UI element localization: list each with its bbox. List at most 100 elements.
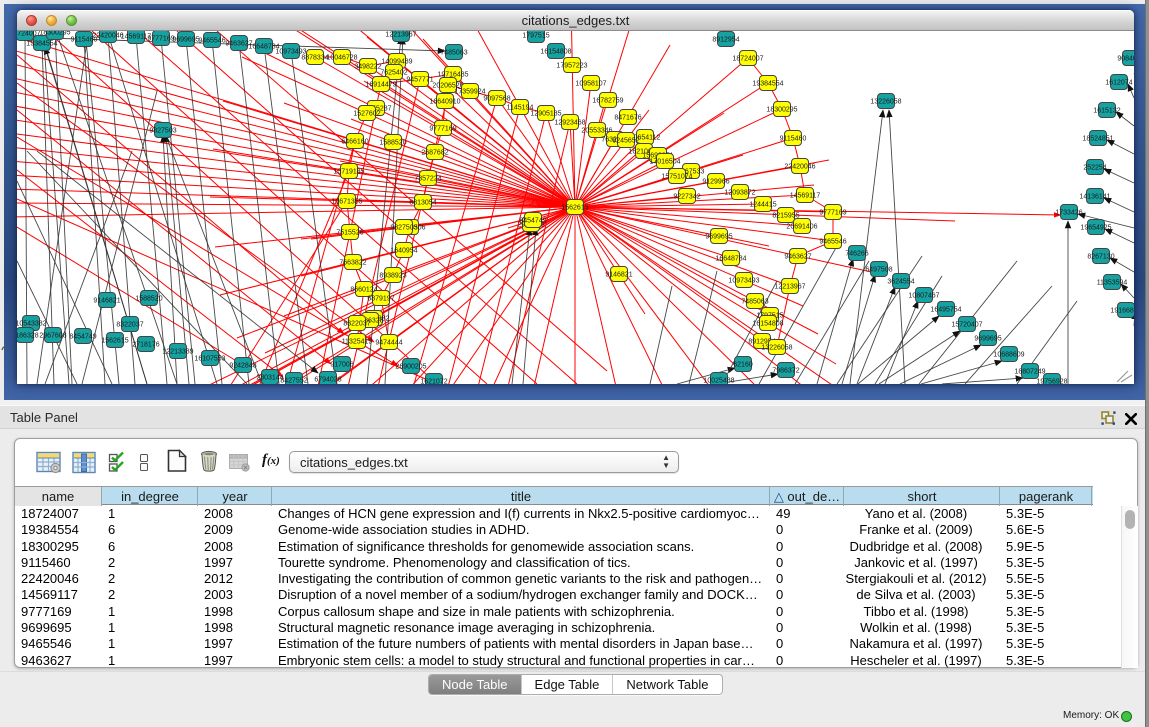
svg-text:8427552: 8427552: [280, 378, 307, 385]
svg-text:10671355: 10671355: [331, 199, 362, 206]
svg-text:11353594: 11353594: [1097, 280, 1128, 287]
svg-text:16107553: 16107553: [194, 356, 225, 363]
svg-text:9146821: 9146821: [605, 272, 632, 279]
svg-text:6794028: 6794028: [314, 377, 341, 384]
svg-text:19654925: 19654925: [1080, 225, 1111, 232]
svg-text:1612074: 1612074: [1105, 80, 1132, 87]
svg-text:16640910: 16640910: [429, 99, 460, 106]
svg-text:6497508: 6497508: [865, 267, 892, 274]
svg-text:1588520: 1588520: [135, 296, 162, 303]
svg-text:16782759: 16782759: [592, 98, 623, 105]
svg-text:9777169: 9777169: [429, 126, 456, 133]
svg-text:12093872: 12093872: [724, 190, 755, 197]
svg-text:18724007: 18724007: [732, 56, 763, 63]
svg-text:7986372: 7986372: [772, 368, 799, 375]
svg-text:917006: 917006: [330, 362, 353, 369]
svg-text:2967608: 2967608: [39, 333, 66, 340]
svg-text:9465546: 9465546: [198, 38, 225, 45]
svg-text:9129966: 9129966: [702, 179, 729, 186]
svg-text:9097568: 9097568: [483, 96, 510, 103]
svg-text:18807249: 18807249: [1014, 369, 1045, 376]
svg-text:252254: 252254: [1083, 165, 1106, 172]
svg-text:746266: 746266: [845, 251, 868, 258]
svg-text:17359924: 17359924: [454, 89, 485, 96]
svg-text:10958107: 10958107: [575, 81, 606, 88]
svg-text:19384554: 19384554: [752, 81, 783, 88]
svg-text:9227342: 9227342: [673, 194, 700, 201]
svg-text:7485063: 7485063: [741, 299, 768, 306]
svg-text:6879197: 6879197: [367, 296, 394, 303]
svg-text:16648784: 16648784: [715, 256, 746, 263]
svg-text:8322037: 8322037: [343, 321, 370, 328]
svg-text:9465546: 9465546: [819, 239, 846, 246]
svg-text:7663822: 7663822: [339, 260, 366, 267]
svg-text:19384554: 19384554: [26, 41, 57, 48]
svg-text:10973493: 10973493: [728, 278, 759, 285]
svg-text:7515526: 7515526: [336, 230, 363, 237]
svg-text:26900205: 26900205: [395, 364, 426, 371]
svg-text:12213967: 12213967: [385, 32, 416, 39]
svg-text:1733426: 1733426: [1055, 210, 1082, 217]
svg-text:1244415: 1244415: [749, 202, 776, 209]
svg-text:1615132: 1615132: [1093, 108, 1120, 115]
svg-text:10807467: 10807467: [908, 293, 939, 300]
svg-text:9115460: 9115460: [780, 136, 807, 143]
svg-text:18300295: 18300295: [766, 107, 797, 114]
svg-text:8454749: 8454749: [519, 218, 546, 225]
svg-text:16495754: 16495754: [930, 307, 961, 314]
svg-text:13226058: 13226058: [761, 345, 792, 352]
svg-text:1797515: 1797515: [522, 33, 549, 40]
svg-text:12213389: 12213389: [162, 349, 193, 356]
svg-text:6466160: 6466160: [341, 139, 368, 146]
svg-text:9699695: 9699695: [974, 336, 1001, 343]
svg-text:13226058: 13226058: [870, 99, 901, 106]
svg-text:22420046: 22420046: [92, 33, 123, 40]
svg-text:8322037: 8322037: [116, 322, 143, 329]
svg-text:10719185: 10719185: [333, 169, 364, 176]
svg-text:14136141: 14136141: [1079, 194, 1110, 201]
svg-text:9777169: 9777169: [147, 36, 174, 43]
svg-text:10046728: 10046728: [326, 55, 357, 62]
svg-text:12905185: 12905185: [530, 111, 561, 118]
svg-text:8267130: 8267130: [1087, 254, 1114, 261]
svg-text:19756928: 19756928: [1036, 379, 1067, 385]
svg-text:8454749: 8454749: [69, 334, 96, 341]
svg-text:17016504: 17016504: [649, 159, 680, 166]
svg-text:12923468: 12923468: [554, 120, 585, 127]
svg-text:8813054: 8813054: [409, 200, 436, 207]
svg-text:9084067: 9084067: [1117, 56, 1134, 63]
svg-text:18524851: 18524851: [1082, 136, 1113, 143]
svg-text:9699695: 9699695: [172, 37, 199, 44]
svg-text:22420046: 22420046: [784, 164, 815, 171]
svg-text:1588520: 1588520: [379, 140, 406, 147]
svg-text:9474444: 9474444: [375, 340, 402, 347]
svg-text:9827503: 9827503: [149, 128, 176, 135]
svg-text:3498222: 3498222: [354, 64, 381, 71]
svg-text:1621072: 1621072: [420, 379, 447, 385]
svg-text:1640954: 1640954: [390, 248, 417, 255]
svg-text:8878334: 8878334: [301, 55, 328, 62]
svg-text:18300295: 18300295: [39, 31, 70, 37]
svg-text:11325419: 11325419: [342, 339, 373, 346]
svg-text:8471676: 8471676: [614, 115, 641, 122]
svg-text:1527602: 1527602: [353, 111, 380, 118]
svg-text:9242848: 9242848: [229, 363, 256, 370]
svg-text:10543382: 10543382: [17, 321, 47, 328]
svg-text:10688609: 10688609: [993, 352, 1024, 359]
svg-text:14569117: 14569117: [790, 193, 821, 200]
svg-text:9827503: 9827503: [390, 225, 417, 232]
svg-text:1562615: 1562615: [101, 338, 128, 345]
svg-text:9146821: 9146821: [93, 298, 120, 305]
svg-text:2687682: 2687682: [421, 150, 448, 157]
svg-text:19166829: 19166829: [1110, 308, 1134, 315]
svg-text:2718176: 2718176: [132, 342, 159, 349]
svg-text:9699695: 9699695: [705, 234, 732, 241]
svg-text:9457771: 9457771: [406, 77, 433, 84]
svg-text:15751074: 15751074: [661, 174, 692, 181]
svg-text:7357224: 7357224: [414, 176, 441, 183]
svg-text:7625402: 7625402: [380, 70, 407, 77]
svg-text:8186328: 8186328: [17, 333, 39, 340]
svg-text:1562615: 1562615: [561, 205, 588, 212]
svg-text:16914479: 16914479: [365, 82, 396, 89]
svg-text:9777169: 9777169: [819, 210, 846, 217]
